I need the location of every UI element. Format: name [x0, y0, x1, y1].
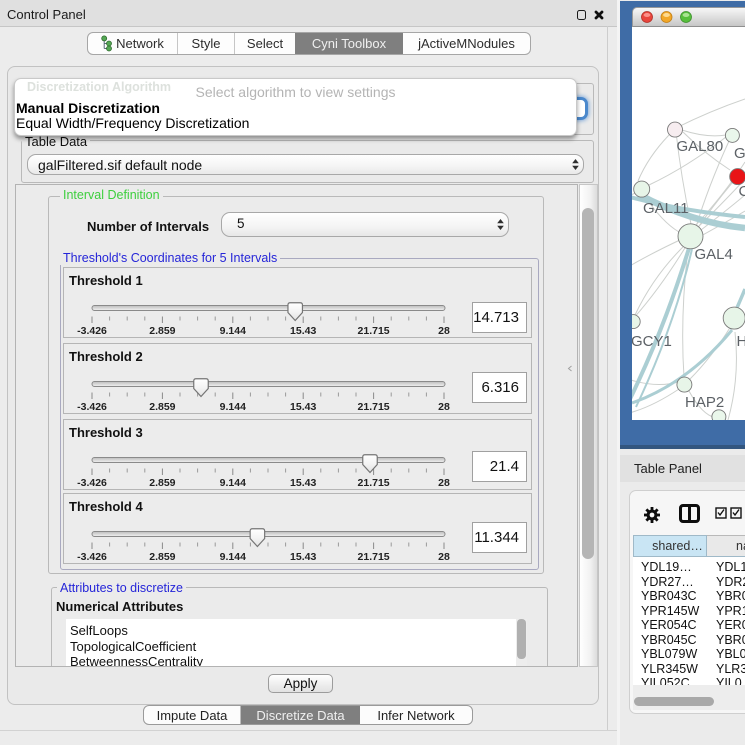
svg-text:GAL80: GAL80: [677, 138, 724, 155]
svg-text:GAL4: GAL4: [695, 246, 733, 263]
svg-text:15.43: 15.43: [290, 401, 316, 413]
svg-text:-3.426: -3.426: [77, 551, 107, 563]
svg-text:21.715: 21.715: [358, 477, 390, 489]
svg-text:-3.426: -3.426: [77, 401, 107, 413]
svg-text:9.144: 9.144: [220, 325, 246, 337]
svg-text:HAP2: HAP2: [685, 394, 724, 411]
svg-text:-3.426: -3.426: [77, 325, 107, 337]
svg-text:9.144: 9.144: [220, 401, 246, 413]
svg-text:2.859: 2.859: [149, 551, 175, 563]
svg-text:28: 28: [438, 401, 450, 413]
svg-text:2.859: 2.859: [149, 477, 175, 489]
svg-text:GCY1: GCY1: [632, 333, 672, 350]
svg-text:28: 28: [438, 551, 450, 563]
svg-text:28: 28: [438, 477, 450, 489]
svg-text:15.43: 15.43: [290, 477, 316, 489]
svg-text:GAL11: GAL11: [643, 200, 689, 217]
svg-text:28: 28: [438, 325, 450, 337]
svg-text:9.144: 9.144: [220, 551, 246, 563]
svg-text:15.43: 15.43: [290, 325, 316, 337]
svg-text:H: H: [737, 333, 745, 350]
svg-text:-3.426: -3.426: [77, 477, 107, 489]
svg-text:21.715: 21.715: [358, 325, 390, 337]
svg-text:C: C: [739, 183, 745, 200]
svg-text:21.715: 21.715: [358, 551, 390, 563]
svg-text:9.144: 9.144: [220, 477, 246, 489]
svg-text:2.859: 2.859: [149, 325, 175, 337]
svg-text:GA: GA: [734, 145, 745, 162]
svg-text:15.43: 15.43: [290, 551, 316, 563]
svg-text:2.859: 2.859: [149, 401, 175, 413]
svg-text:21.715: 21.715: [358, 401, 390, 413]
